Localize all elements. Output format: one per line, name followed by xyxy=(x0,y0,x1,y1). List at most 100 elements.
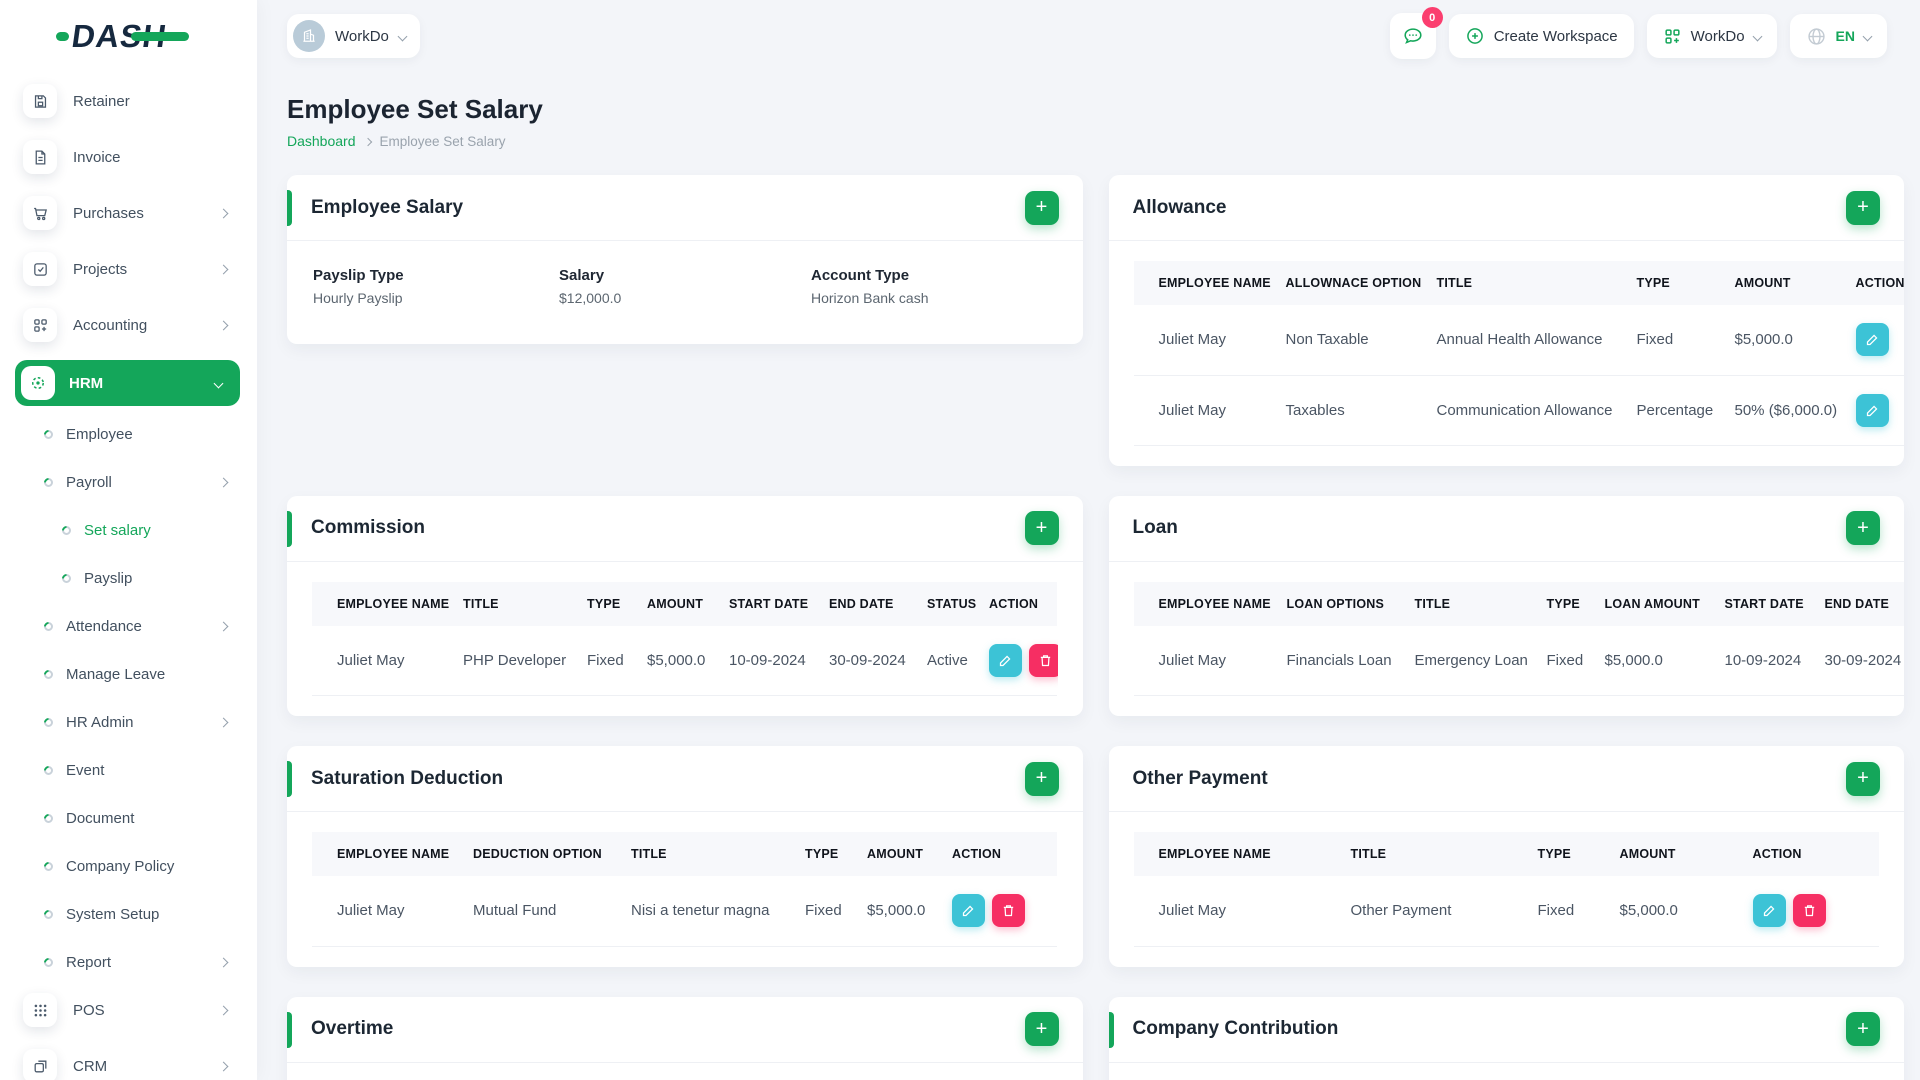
sidebar-item-projects[interactable]: Projects xyxy=(23,252,257,286)
invoice-file-icon xyxy=(23,140,57,174)
sidebar-item-hr-admin[interactable]: HR Admin xyxy=(23,705,257,739)
chevron-right-icon xyxy=(218,621,229,631)
bullet-icon xyxy=(42,763,55,777)
trash-icon xyxy=(1040,654,1051,666)
sidebar-item-crm[interactable]: CRM xyxy=(23,1049,257,1080)
globe-icon xyxy=(1807,27,1825,45)
card-title: Employee Salary xyxy=(311,196,464,218)
card-title: Allowance xyxy=(1132,196,1227,218)
main-area: WorkDo 0 Create Workspace WorkDo EN Empl… xyxy=(257,0,1920,1080)
saturation-deduction-card: Saturation Deduction + EMPLOYEE NAME DED… xyxy=(287,746,1083,967)
chevron-down-icon xyxy=(397,31,408,41)
bullet-icon xyxy=(42,667,55,681)
sidebar-item-pos[interactable]: POS xyxy=(23,993,257,1027)
sidebar-nav: Retainer Invoice Purchases Projects Acco… xyxy=(0,72,257,1080)
chevron-right-icon xyxy=(363,137,372,146)
add-other-payment-button[interactable]: + xyxy=(1846,761,1880,796)
chevron-down-icon xyxy=(1862,31,1873,41)
chevron-down-icon xyxy=(1752,31,1762,41)
create-workspace-button[interactable]: Create Workspace xyxy=(1448,14,1634,58)
sidebar-item-purchases[interactable]: Purchases xyxy=(23,196,257,230)
messages-button[interactable]: 0 xyxy=(1389,7,1443,59)
chevron-right-icon xyxy=(218,1005,229,1015)
workspace-name: WorkDo xyxy=(335,27,389,45)
card-title: Loan xyxy=(1132,517,1178,538)
language-selector[interactable]: EN xyxy=(1789,14,1887,58)
sidebar-item-employee[interactable]: Employee xyxy=(23,417,257,451)
topbar: WorkDo 0 Create Workspace WorkDo EN xyxy=(257,0,1920,72)
edit-employee-salary-button[interactable]: + xyxy=(1024,190,1059,225)
other-payment-table: EMPLOYEE NAME TITLE TYPE AMOUNT ACTION J… xyxy=(1133,832,1879,947)
pencil-icon xyxy=(1763,905,1774,917)
bullet-icon xyxy=(42,811,55,825)
chevron-right-icon xyxy=(218,957,229,967)
add-saturation-deduction-button[interactable]: + xyxy=(1024,761,1059,796)
bullet-icon xyxy=(42,907,55,921)
loan-card: Loan + EMPLOYEE NAME LOAN OPTIONS TITLE … xyxy=(1108,495,1904,716)
table-header-row: EMPLOYEE NAME TITLE TYPE AMOUNT ACTION xyxy=(1133,832,1879,876)
edit-button[interactable] xyxy=(989,643,1022,677)
chevron-right-icon xyxy=(218,264,229,274)
card-title: Company Contribution xyxy=(1132,1018,1339,1039)
sidebar-item-report[interactable]: Report xyxy=(23,945,257,979)
chevron-right-icon xyxy=(218,717,229,727)
employee-salary-fields: Payslip Type Hourly Payslip Salary $12,0… xyxy=(287,241,1083,344)
edit-button[interactable] xyxy=(952,894,985,928)
grid-plus-icon xyxy=(23,308,57,342)
pos-dots-icon xyxy=(23,993,57,1027)
add-overtime-button[interactable]: + xyxy=(1024,1012,1059,1046)
sidebar-item-hrm-active[interactable]: HRM xyxy=(15,360,240,406)
add-loan-button[interactable]: + xyxy=(1846,511,1880,545)
table-row: Juliet May Non Taxable Annual Health All… xyxy=(1133,305,1904,376)
breadcrumb-dashboard-link[interactable]: Dashboard xyxy=(287,133,356,149)
sidebar-item-invoice[interactable]: Invoice xyxy=(23,140,257,174)
sidebar-item-retainer[interactable]: Retainer xyxy=(23,84,257,118)
sidebar-item-attendance[interactable]: Attendance xyxy=(23,609,257,643)
table-row: Juliet May Other Payment Fixed $5,000.0 xyxy=(1133,876,1879,947)
sidebar-item-company-policy[interactable]: Company Policy xyxy=(23,849,257,883)
sidebar-item-accounting[interactable]: Accounting xyxy=(23,308,257,342)
sidebar-item-document[interactable]: Document xyxy=(23,801,257,835)
chevron-right-icon xyxy=(218,320,229,330)
delete-button[interactable] xyxy=(1792,894,1826,928)
table-header-row: EMPLOYEE NAME LOAN OPTIONS TITLE TYPE LO… xyxy=(1133,581,1904,626)
employee-salary-card: Employee Salary + Payslip Type Hourly Pa… xyxy=(287,175,1083,344)
workdo-apps-button[interactable]: WorkDo xyxy=(1646,14,1777,58)
sidebar: DASH Retainer Invoice Purchases Projects… xyxy=(0,0,257,1080)
sidebar-item-payslip[interactable]: Payslip xyxy=(23,561,257,595)
sidebar-item-event[interactable]: Event xyxy=(23,753,257,787)
retainer-save-icon xyxy=(23,84,57,118)
pencil-icon xyxy=(999,655,1011,666)
add-company-contribution-button[interactable]: + xyxy=(1846,1012,1880,1046)
overtime-card: Overtime + xyxy=(287,996,1083,1080)
edit-button[interactable] xyxy=(1855,323,1889,357)
app-root: DASH Retainer Invoice Purchases Projects… xyxy=(0,0,1920,1080)
apps-grid-icon xyxy=(1665,28,1680,44)
add-commission-button[interactable]: + xyxy=(1024,511,1059,545)
table-row: Juliet May PHP Developer Fixed $5,000.0 … xyxy=(312,625,1058,696)
brand-logo[interactable]: DASH xyxy=(0,0,257,72)
sidebar-item-payroll[interactable]: Payroll xyxy=(23,465,257,499)
workspace-selector[interactable]: WorkDo xyxy=(287,14,420,58)
crm-sync-icon xyxy=(23,1049,57,1080)
card-title: Overtime xyxy=(311,1018,394,1039)
check-square-icon xyxy=(23,252,57,286)
edit-button[interactable] xyxy=(1855,393,1889,427)
table-header-row: EMPLOYEE NAME ALLOWNACE OPTION TITLE TYP… xyxy=(1133,261,1904,305)
sidebar-item-manage-leave[interactable]: Manage Leave xyxy=(23,657,257,691)
bullet-icon xyxy=(42,475,55,489)
bullet-icon xyxy=(42,427,55,441)
sidebar-item-set-salary[interactable]: Set salary xyxy=(23,513,257,547)
sidebar-item-system-setup[interactable]: System Setup xyxy=(23,897,257,931)
delete-button[interactable] xyxy=(1029,643,1058,677)
bullet-icon xyxy=(60,523,73,537)
saturation-deduction-table: EMPLOYEE NAME DEDUCTION OPTION TITLE TYP… xyxy=(312,832,1057,947)
pencil-icon xyxy=(962,905,974,917)
edit-button[interactable] xyxy=(1752,894,1786,928)
add-allowance-button[interactable]: + xyxy=(1846,190,1880,225)
page-content: Employee Set Salary Dashboard Employee S… xyxy=(257,94,1920,1080)
plus-circle-icon xyxy=(1466,28,1483,44)
delete-button[interactable] xyxy=(992,894,1025,928)
chevron-right-icon xyxy=(218,1061,229,1071)
field-label: Payslip Type xyxy=(313,267,404,284)
